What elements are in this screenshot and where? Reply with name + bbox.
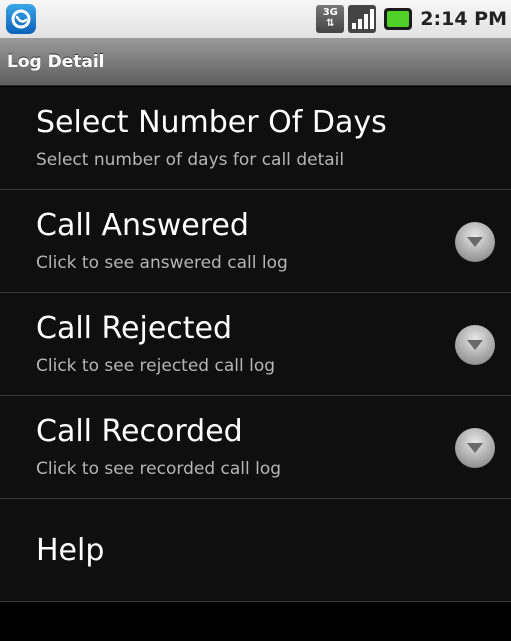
- signal-strength-icon: [348, 5, 377, 33]
- status-bar: 3G ⇅ 2:14 PM: [0, 0, 511, 38]
- page-title: Log Detail: [7, 51, 105, 72]
- list-item-title: Call Answered: [36, 208, 249, 243]
- chevron-down-circle-icon[interactable]: [455, 222, 495, 262]
- chevron-down-circle-icon[interactable]: [455, 325, 495, 365]
- status-clock: 2:14 PM: [420, 8, 507, 30]
- battery-charging-icon: [384, 8, 413, 30]
- data-arrows-icon: ⇅: [326, 18, 335, 29]
- app-notification-icon[interactable]: [6, 4, 36, 34]
- list-item-subtitle: Select number of days for call detail: [36, 150, 345, 170]
- list-item-subtitle: Click to see answered call log: [36, 253, 288, 273]
- list-item-title: Call Recorded: [36, 414, 243, 449]
- list-item-call-rejected[interactable]: Call Rejected Click to see rejected call…: [0, 293, 511, 396]
- list-item-subtitle: Click to see rejected call log: [36, 356, 276, 376]
- list-item-call-recorded[interactable]: Call Recorded Click to see recorded call…: [0, 396, 511, 499]
- list-item-select-number-of-days[interactable]: Select Number Of Days Select number of d…: [0, 87, 511, 190]
- list-item-title: Call Rejected: [36, 311, 233, 346]
- preference-list: Select Number Of Days Select number of d…: [0, 87, 511, 602]
- list-item-title: Select Number Of Days: [36, 105, 387, 140]
- list-item-call-answered[interactable]: Call Answered Click to see answered call…: [0, 190, 511, 293]
- list-item-help[interactable]: Help: [0, 499, 511, 602]
- status-icons: 3G ⇅ 2:14 PM: [316, 0, 507, 38]
- 3g-network-icon: 3G ⇅: [316, 5, 345, 33]
- title-bar: Log Detail: [0, 38, 511, 86]
- list-item-title: Help: [36, 533, 105, 568]
- list-item-subtitle: Click to see recorded call log: [36, 459, 282, 479]
- network-label: 3G: [322, 7, 338, 18]
- chevron-down-circle-icon[interactable]: [455, 428, 495, 468]
